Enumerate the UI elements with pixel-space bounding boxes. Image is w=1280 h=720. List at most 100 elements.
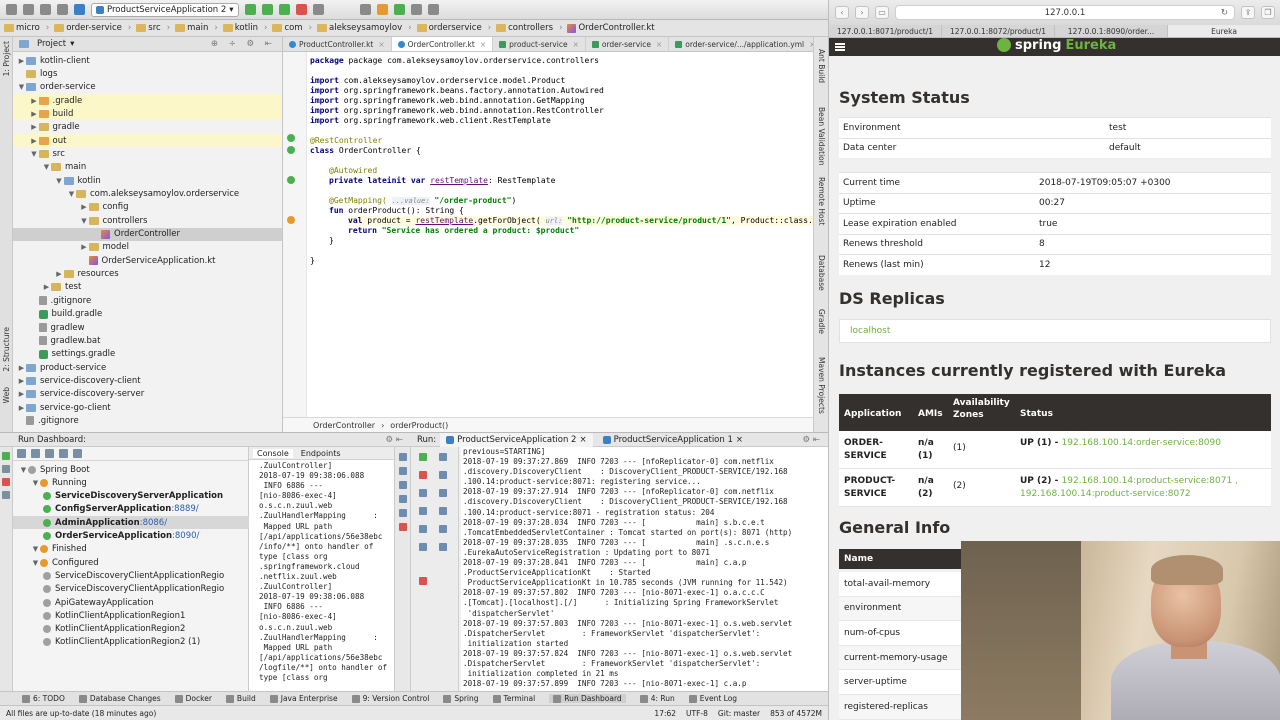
editor-breadcrumb-item[interactable]: orderProduct() — [390, 421, 448, 430]
clear-icon[interactable] — [439, 543, 447, 551]
project-tree-item[interactable]: gradlew — [13, 321, 282, 334]
expand-arrow-icon[interactable]: ▶ — [42, 283, 51, 291]
project-tree-item[interactable]: ▼ com.alekseysamoylov.orderservice — [13, 188, 282, 201]
down-icon[interactable] — [398, 467, 407, 475]
editor-tab[interactable]: ProductController.kt × — [283, 37, 392, 51]
browser-tab[interactable]: 127.0.0.1:8072/product/1 — [942, 25, 1055, 37]
expand-arrow-icon[interactable]: ▼ — [42, 163, 51, 171]
search-icon[interactable] — [359, 4, 371, 15]
share-button[interactable]: ⇪ — [1241, 6, 1255, 19]
expand-arrow-icon[interactable]: ▼ — [80, 217, 89, 225]
expand-arrow-icon[interactable]: ▶ — [30, 123, 39, 131]
dashboard-config[interactable]: KotlinClientApplicationRegion2 — [13, 623, 249, 636]
expand-arrow-icon[interactable]: ▶ — [17, 57, 26, 65]
pin-icon[interactable] — [419, 543, 427, 551]
panel-settings-icon[interactable]: ⚙ ⇤ — [386, 435, 403, 445]
project-tree-item[interactable]: OrderServiceApplication.kt — [13, 254, 282, 267]
dashboard-group[interactable]: ▼ Finished — [13, 543, 249, 556]
file-encoding[interactable]: UTF-8 — [686, 709, 708, 718]
tool-window-button[interactable]: Spring — [443, 694, 479, 703]
project-tree-item[interactable]: ▼ controllers — [13, 214, 282, 227]
breadcrumb-item[interactable]: controllers — [496, 23, 559, 33]
project-tool-tab[interactable]: 1: Project — [2, 41, 11, 76]
expand-arrow-icon[interactable]: ▼ — [67, 190, 76, 198]
stop-icon[interactable] — [419, 471, 427, 479]
project-tree-item[interactable]: ▶ .gradle — [13, 94, 282, 108]
dashboard-group[interactable]: ▼ Spring Boot — [13, 463, 249, 476]
up-icon[interactable] — [398, 453, 407, 461]
chevron-down-icon[interactable]: ▾ — [70, 39, 74, 49]
address-bar[interactable]: 127.0.0.1 ↻ — [895, 5, 1235, 20]
spring-eureka-logo[interactable]: spring Eureka — [997, 38, 1116, 53]
down-icon[interactable] — [439, 471, 447, 479]
project-tree-item[interactable]: .gitignore — [13, 294, 282, 307]
close-icon[interactable]: × — [573, 40, 579, 49]
console-tab-console[interactable]: Console — [253, 448, 293, 458]
right-tool-tab[interactable]: Bean Validation — [817, 107, 826, 166]
dashboard-config[interactable]: ServiceDiscoveryClientApplicationRegio — [13, 583, 249, 596]
run-icon[interactable] — [244, 4, 256, 15]
expand-arrow-icon[interactable]: ▶ — [30, 110, 39, 118]
autowired-icon[interactable] — [287, 176, 295, 184]
project-tree-item[interactable]: ▶ model — [13, 241, 282, 254]
tool-window-button[interactable]: 6: TODO — [22, 694, 65, 703]
project-tree-item[interactable]: ▶ out — [13, 134, 282, 148]
pane-settings-icon[interactable]: ⊕ ÷ ⚙ ⇤ — [211, 39, 276, 49]
expand-arrow-icon[interactable]: ▶ — [17, 390, 26, 398]
dashboard-config[interactable]: ServiceDiscoveryServerApplication — [13, 490, 249, 503]
stop-icon[interactable] — [295, 4, 307, 15]
expand-arrow-icon[interactable]: ▶ — [17, 377, 26, 385]
tool-window-button[interactable]: 9: Version Control — [351, 694, 429, 703]
project-tree-item[interactable]: ▶ test — [13, 281, 282, 294]
project-tree-item[interactable]: ▼ order-service — [13, 81, 282, 94]
print-icon[interactable] — [439, 525, 447, 533]
project-tree-item[interactable]: ▶ config — [13, 201, 282, 214]
breadcrumb-item[interactable]: kotlin — [222, 23, 264, 33]
dashboard-config[interactable]: ApiGatewayApplication — [13, 596, 249, 609]
expand-arrow-icon[interactable]: ▼ — [30, 150, 39, 158]
dashboard-group[interactable]: ▼ Configured — [13, 556, 249, 569]
project-tree-item[interactable]: OrderController — [13, 227, 282, 241]
product-service-console[interactable]: previous=STARTING] 2018-07-19 09:37:27.8… — [461, 447, 828, 692]
project-tree-item[interactable]: ▶ build — [13, 107, 282, 121]
right-tool-tab[interactable]: Ant Build — [817, 49, 826, 83]
group-by-type-icon[interactable] — [59, 449, 68, 458]
expand-arrow-icon[interactable]: ▼ — [31, 545, 40, 553]
config-port-link[interactable]: :8086/ — [140, 518, 167, 528]
tool-window-button[interactable]: Build — [225, 694, 256, 703]
close-icon[interactable]: × — [378, 40, 384, 49]
tool-window-button[interactable]: Database Changes — [78, 694, 161, 703]
tool-window-button[interactable]: 4: Run — [639, 694, 675, 703]
project-tree-item[interactable]: logs — [13, 67, 282, 80]
breadcrumb-item[interactable]: orderservice — [416, 23, 488, 33]
project-tree-item[interactable]: build.gradle — [13, 308, 282, 321]
editor-tab[interactable]: OrderController.kt × — [391, 37, 494, 51]
tool-window-button[interactable]: Run Dashboard — [549, 694, 626, 703]
debug-icon[interactable] — [2, 465, 10, 473]
run-config-selector[interactable]: ProductServiceApplication 2 ▾ — [91, 2, 239, 17]
config-port-link[interactable]: :8090/ — [172, 531, 199, 541]
tool-window-button[interactable]: Docker — [174, 694, 212, 703]
breadcrumb-item[interactable]: com — [272, 23, 308, 33]
forward-button[interactable]: › — [855, 6, 869, 19]
filter-icon[interactable] — [73, 449, 82, 458]
sdk-icon[interactable] — [312, 4, 324, 15]
dashboard-config[interactable]: KotlinClientApplicationRegion1 — [13, 609, 249, 622]
back-button[interactable]: ‹ — [835, 6, 849, 19]
expand-arrow-icon[interactable]: ▼ — [55, 177, 64, 185]
tool-window-button[interactable]: Java Enterprise — [269, 694, 338, 703]
wrap-icon[interactable] — [398, 481, 407, 489]
print-icon[interactable] — [398, 509, 407, 517]
project-tree-item[interactable]: .gitignore — [13, 414, 282, 427]
pause-icon[interactable] — [419, 489, 427, 497]
reload-icon[interactable]: ↻ — [1221, 8, 1228, 18]
web-tool-tab[interactable]: Web — [2, 387, 11, 403]
tool-window-button[interactable]: Event Log — [688, 694, 737, 703]
dashboard-config[interactable]: ConfigServerApplication :8889/ — [13, 503, 249, 516]
expand-arrow-icon[interactable]: ▼ — [17, 83, 26, 91]
close-icon[interactable] — [419, 577, 427, 585]
rerun-icon[interactable] — [419, 453, 427, 461]
structure-tool-tab[interactable]: 2: Structure — [2, 327, 11, 372]
pin-icon[interactable] — [2, 491, 10, 499]
close-icon[interactable]: × — [656, 40, 662, 49]
